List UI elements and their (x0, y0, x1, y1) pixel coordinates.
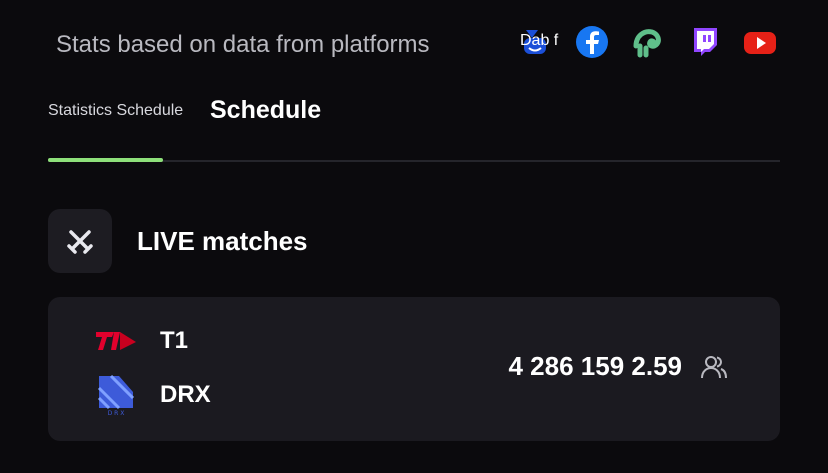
team1-name: T1 (160, 327, 189, 354)
viewers-block: 4 286 159 2.59 (509, 351, 729, 382)
twitch-icon[interactable] (687, 24, 723, 60)
live-matches-title: LIVE matches (137, 225, 308, 256)
live-matches-header: LIVE matches (48, 209, 780, 273)
tabs-bar: Statistics Schedule Schedule (48, 86, 780, 162)
team-row-2: D R X DRX (96, 374, 211, 416)
team-row-1: T1 (96, 321, 188, 361)
kick-icon[interactable] (630, 24, 666, 60)
match-card[interactable]: T1 D R X DRX 4 286 159 2.59 (48, 297, 780, 441)
team2-name: DRX (160, 381, 211, 408)
platform-name-dab: Dab f (520, 32, 559, 49)
tab-statistics[interactable]: Statistics Schedule (48, 102, 183, 120)
tab-schedule[interactable]: Schedule (210, 96, 321, 125)
platforms-label: Stats based on data from platforms (56, 31, 430, 58)
live-icon-box (48, 209, 112, 273)
t1-logo (96, 321, 136, 361)
svg-text:D R X: D R X (108, 410, 125, 416)
youtube-icon[interactable] (742, 24, 778, 60)
facebook-icon[interactable] (574, 24, 610, 60)
active-tab-indicator (48, 158, 163, 162)
viewers-count: 4 286 159 2.59 (508, 351, 683, 381)
users-icon (700, 353, 728, 381)
drx-logo: D R X (96, 374, 136, 416)
crossed-swords-icon (65, 226, 95, 256)
platforms-row: Stats based on data from platforms (56, 22, 786, 68)
